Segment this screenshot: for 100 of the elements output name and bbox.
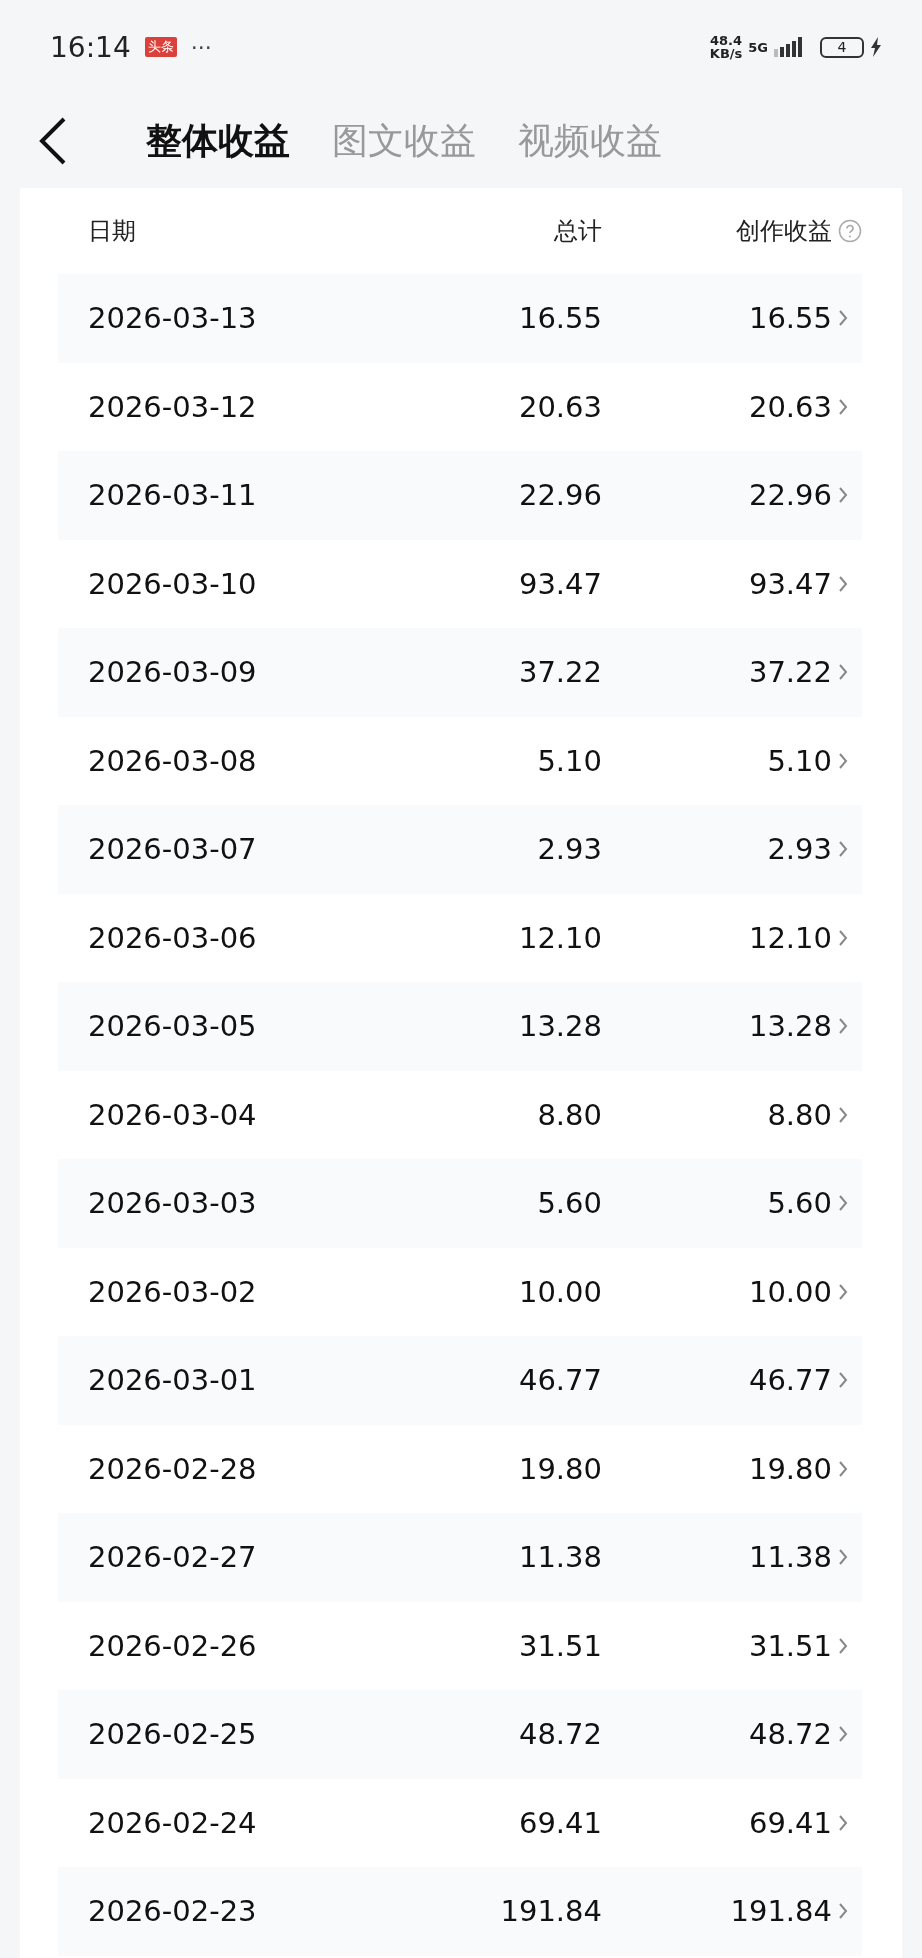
- date-cell-text: 2026-03-02: [88, 1274, 258, 1309]
- creation-income-cell-text: 13.28: [747, 1009, 832, 1044]
- date-cell-text: 2026-02-27: [88, 1540, 258, 1575]
- chevron-right-icon: [838, 1194, 848, 1213]
- total-cell-text: 2.93: [536, 832, 602, 867]
- creation-income-cell-text: 19.80: [747, 1451, 832, 1486]
- creation-income-cell-text: 16.55: [747, 301, 832, 336]
- date-cell-text: 2026-03-03: [88, 1186, 258, 1221]
- creation-income-cell-text: 69.41: [747, 1805, 832, 1840]
- total-cell-text: 8.80: [536, 1097, 602, 1132]
- chevron-right-icon: [838, 663, 848, 682]
- chevron-right-icon: [838, 1017, 848, 1036]
- chevron-right-icon: [838, 1902, 848, 1921]
- total-cell-text: 31.51: [517, 1628, 602, 1663]
- column-header: 创作收益: [735, 216, 832, 247]
- table-row[interactable]: 2026-03-11 22.96 22.96: [58, 451, 862, 540]
- chevron-right-icon: [838, 840, 848, 859]
- creation-income-cell-text: 46.77: [747, 1363, 832, 1398]
- creation-income-cell-text: 31.51: [747, 1628, 832, 1663]
- chevron-right-icon: [838, 574, 848, 593]
- chevron-right-icon: [838, 486, 848, 505]
- total-cell-text: 93.47: [517, 566, 602, 601]
- creation-income-cell-text: 5.60: [766, 1186, 832, 1221]
- table-row[interactable]: 2026-03-02 10.00 10.00: [58, 1247, 862, 1336]
- chevron-right-icon: [838, 1459, 848, 1478]
- total-cell-text: 46.77: [517, 1363, 602, 1398]
- date-cell-text: 2026-03-05: [88, 1009, 258, 1044]
- chevron-right-icon: [838, 1813, 848, 1832]
- table-row[interactable]: 2026-02-27 11.38 11.38: [58, 1513, 862, 1602]
- date-cell-text: 2026-03-09: [88, 655, 258, 690]
- network-speed: 48.4: [710, 34, 743, 47]
- total-cell-text: 5.10: [536, 743, 602, 778]
- table-row[interactable]: 2026-02-28 19.80 19.80: [58, 1424, 862, 1513]
- creation-income-cell-text: 48.72: [747, 1717, 832, 1752]
- total-cell-text: 19.80: [517, 1451, 602, 1486]
- creation-income-cell-text: 2.93: [766, 832, 832, 867]
- total-cell-text: 22.96: [517, 478, 602, 513]
- table-row[interactable]: 2026-03-03 5.60 5.60: [58, 1159, 862, 1248]
- total-cell-text: 191.84: [499, 1894, 602, 1929]
- creation-income-cell-text: 8.80: [766, 1097, 832, 1132]
- date-cell-text: 2026-03-10: [88, 566, 258, 601]
- chevron-right-icon: [838, 1282, 848, 1301]
- table-row[interactable]: 2026-02-25 48.72 48.72: [58, 1690, 862, 1779]
- total-cell-text: 5.60: [536, 1186, 602, 1221]
- table-row[interactable]: 2026-03-09 37.22 37.22: [58, 628, 862, 717]
- creation-income-cell-text: 11.38: [747, 1540, 832, 1575]
- creation-income-cell-text: 93.47: [747, 566, 832, 601]
- chevron-right-icon: [838, 397, 848, 416]
- speed-unit: KB/s: [709, 47, 743, 60]
- total-cell-text: 12.10: [517, 920, 602, 955]
- table-row[interactable]: 2026-03-05 13.28 13.28: [58, 982, 862, 1071]
- table-row[interactable]: 2026-02-24 69.41 69.41: [58, 1778, 862, 1867]
- total-cell-text: 13.28: [517, 1009, 602, 1044]
- date-cell-text: 2026-03-08: [88, 743, 258, 778]
- total-cell-text: 10.00: [517, 1274, 602, 1309]
- date-cell-text: 2026-02-23: [88, 1894, 258, 1929]
- table-row[interactable]: 2026-03-13 16.55 16.55: [58, 274, 862, 363]
- network-type: 5G: [748, 40, 768, 54]
- date-cell-text: 2026-02-24: [88, 1805, 258, 1840]
- date-cell-text: 2026-03-13: [88, 301, 258, 336]
- chevron-right-icon: [838, 1548, 848, 1567]
- back-icon[interactable]: [38, 117, 68, 165]
- creation-income-cell-text: 22.96: [747, 478, 832, 513]
- creation-income-cell-text: 12.10: [747, 920, 832, 955]
- date-cell-text: 2026-03-01: [88, 1363, 258, 1398]
- total-cell-text: 69.41: [517, 1805, 602, 1840]
- chevron-right-icon: [838, 751, 848, 770]
- total-cell-text: 16.55: [517, 301, 602, 336]
- table-row[interactable]: 2026-02-26 31.51 31.51: [58, 1601, 862, 1690]
- table-row[interactable]: 2026-03-12 20.63 20.63: [58, 362, 862, 451]
- date-cell-text: 2026-03-07: [88, 832, 258, 867]
- column-header: 总计: [553, 216, 602, 247]
- table-row[interactable]: 2026-03-10 93.47 93.47: [58, 539, 862, 628]
- table-row[interactable]: 2026-03-07 2.93 2.93: [58, 805, 862, 894]
- tab[interactable]: 整体收益: [146, 116, 290, 166]
- clock-time: 16:14: [50, 30, 131, 64]
- chevron-right-icon: [838, 309, 848, 328]
- more-notifications: ···: [190, 34, 212, 60]
- app-badge: 头条: [144, 37, 177, 57]
- date-cell-text: 2026-02-25: [88, 1717, 258, 1752]
- table-row[interactable]: 2026-03-01 46.77 46.77: [58, 1336, 862, 1425]
- table-row[interactable]: 2026-03-06 12.10 12.10: [58, 893, 862, 982]
- date-cell-text: 2026-03-11: [88, 478, 258, 513]
- creation-income-cell-text: 20.63: [747, 389, 832, 424]
- total-cell-text: 37.22: [517, 655, 602, 690]
- date-cell-text: 2026-03-06: [88, 920, 258, 955]
- total-cell-text: 11.38: [517, 1540, 602, 1575]
- table-row[interactable]: 2026-03-08 5.10 5.10: [58, 716, 862, 805]
- creation-income-cell-text: 5.10: [766, 743, 832, 778]
- table-row[interactable]: 2026-03-04 8.80 8.80: [58, 1070, 862, 1159]
- column-header: 日期: [88, 216, 137, 247]
- creation-income-cell-text: 37.22: [747, 655, 832, 690]
- table-row[interactable]: 2026-02-23 191.84 191.84: [58, 1867, 862, 1956]
- creation-income-cell-text: 191.84: [729, 1894, 832, 1929]
- total-cell-text: 20.63: [517, 389, 602, 424]
- battery-level: 4: [820, 36, 864, 58]
- chevron-right-icon: [838, 1105, 848, 1124]
- chevron-right-icon: [838, 1725, 848, 1744]
- total-cell-text: 48.72: [517, 1717, 602, 1752]
- creation-income-cell-text: 10.00: [747, 1274, 832, 1309]
